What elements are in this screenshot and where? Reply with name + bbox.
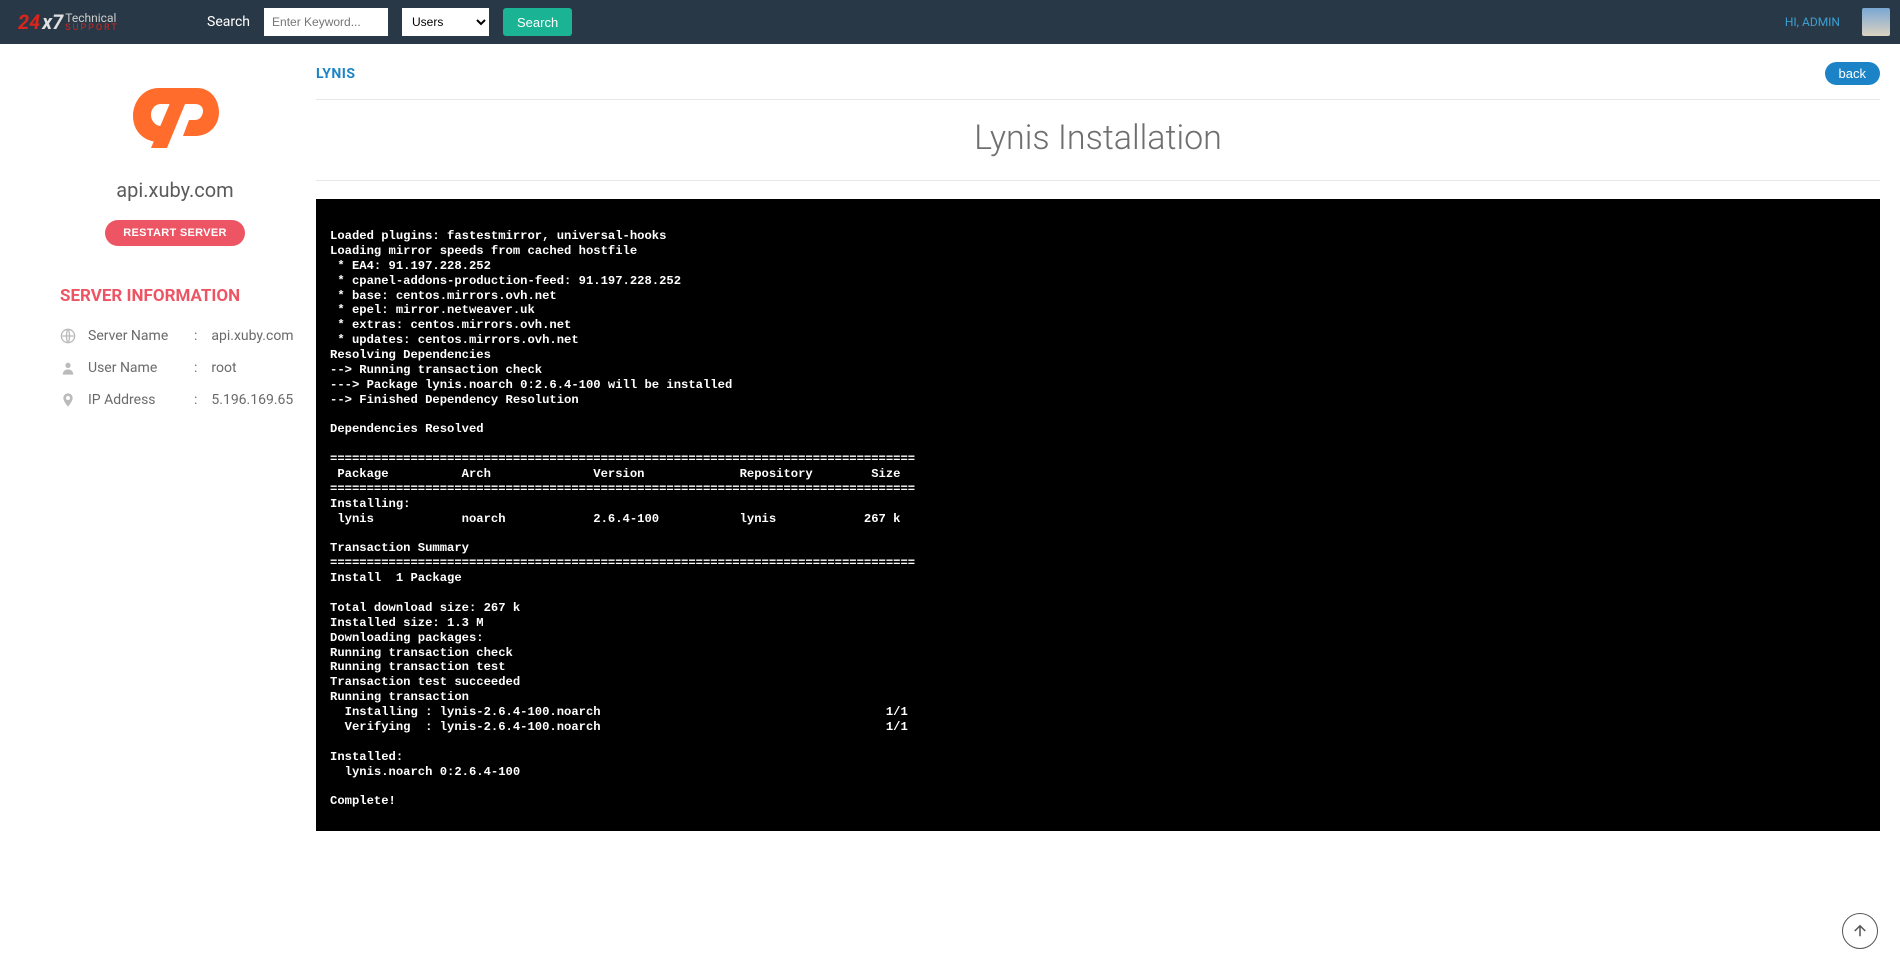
info-value: root — [211, 360, 236, 376]
brand-tech: Technical SUPPORT — [65, 12, 118, 33]
info-value: 5.196.169.65 — [211, 392, 293, 408]
divider — [316, 180, 1880, 181]
breadcrumb[interactable]: LYNIS — [316, 66, 356, 82]
avatar[interactable] — [1862, 8, 1890, 36]
greeting-link[interactable]: HI, ADMIN — [1785, 15, 1840, 29]
back-button[interactable]: back — [1825, 62, 1880, 85]
info-value: api.xuby.com — [211, 328, 293, 344]
arrow-up-icon — [1851, 922, 1869, 940]
brand-sub-text: SUPPORT — [65, 24, 118, 33]
info-label: User Name — [88, 360, 180, 376]
breadcrumb-row: LYNIS back — [316, 54, 1880, 100]
info-sep: : — [194, 360, 197, 376]
main-content: LYNIS back Lynis Installation Loaded plu… — [316, 44, 1880, 973]
search-type-select[interactable]: Users — [402, 8, 489, 36]
page-body: api.xuby.com RESTART SERVER SERVER INFOR… — [20, 44, 1880, 973]
info-row-ip-address: IP Address : 5.196.169.65 — [60, 392, 290, 408]
cpanel-logo — [60, 78, 290, 152]
cpanel-icon — [125, 78, 225, 148]
user-icon — [60, 360, 76, 376]
topbar: 24 x7 Technical SUPPORT Search Users Sea… — [0, 0, 1900, 44]
brand-part1: 24 — [18, 10, 40, 34]
sidebar: api.xuby.com RESTART SERVER SERVER INFOR… — [20, 44, 316, 973]
globe-icon — [60, 328, 76, 344]
info-sep: : — [194, 328, 197, 344]
search-button[interactable]: Search — [503, 8, 572, 36]
brand-logo[interactable]: 24 x7 Technical SUPPORT — [18, 10, 193, 34]
info-sep: : — [194, 392, 197, 408]
info-label: Server Name — [88, 328, 180, 344]
search-input[interactable] — [264, 8, 388, 36]
info-row-user-name: User Name : root — [60, 360, 290, 376]
info-row-server-name: Server Name : api.xuby.com — [60, 328, 290, 344]
restart-server-button[interactable]: RESTART SERVER — [105, 220, 244, 246]
map-pin-icon — [60, 392, 76, 408]
scroll-to-top-button[interactable] — [1842, 913, 1878, 949]
brand-part2: x7 — [42, 10, 63, 34]
terminal-output: Loaded plugins: fastestmirror, universal… — [316, 199, 1880, 831]
server-info-heading: SERVER INFORMATION — [60, 286, 290, 306]
server-host: api.xuby.com — [60, 178, 290, 202]
page-title: Lynis Installation — [316, 118, 1880, 158]
search-label: Search — [207, 14, 250, 30]
info-label: IP Address — [88, 392, 180, 408]
